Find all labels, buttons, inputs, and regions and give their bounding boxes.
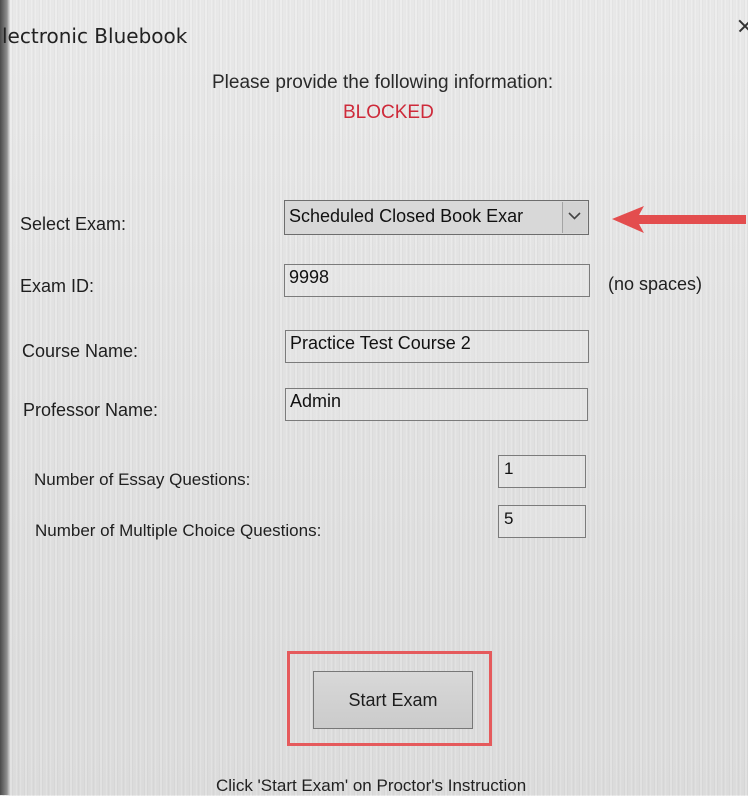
window-title: lectronic Bluebook xyxy=(2,24,188,48)
select-exam-label: Select Exam: xyxy=(20,214,127,234)
proctor-instruction-text: Click 'Start Exam' on Proctor's Instruct… xyxy=(216,776,527,795)
start-exam-button[interactable]: Start Exam xyxy=(313,671,473,729)
professor-name-input[interactable]: Admin xyxy=(285,388,588,421)
window-left-edge xyxy=(0,0,10,795)
select-exam-dropdown[interactable]: Scheduled Closed Book Exar xyxy=(284,200,589,235)
exam-id-hint: (no spaces) xyxy=(608,274,703,294)
status-badge: BLOCKED xyxy=(343,102,434,123)
multiple-choice-questions-count: 5 xyxy=(498,505,586,538)
close-icon[interactable] xyxy=(733,16,748,36)
multiple-choice-questions-label: Number of Multiple Choice Questions: xyxy=(35,521,322,540)
course-name-label: Course Name: xyxy=(22,341,139,361)
left-arrow-icon xyxy=(612,206,746,233)
professor-name-label: Professor Name: xyxy=(23,400,159,420)
selected-exam-value: Scheduled Closed Book Exar xyxy=(289,206,524,226)
instructions-text: Please provide the following information… xyxy=(212,72,554,93)
essay-questions-label: Number of Essay Questions: xyxy=(34,470,251,489)
exam-id-label: Exam ID: xyxy=(20,276,95,296)
chevron-down-icon[interactable] xyxy=(562,202,587,233)
course-name-input[interactable]: Practice Test Course 2 xyxy=(285,330,589,363)
exam-id-input[interactable]: 9998 xyxy=(284,264,590,297)
essay-questions-count: 1 xyxy=(498,455,586,488)
